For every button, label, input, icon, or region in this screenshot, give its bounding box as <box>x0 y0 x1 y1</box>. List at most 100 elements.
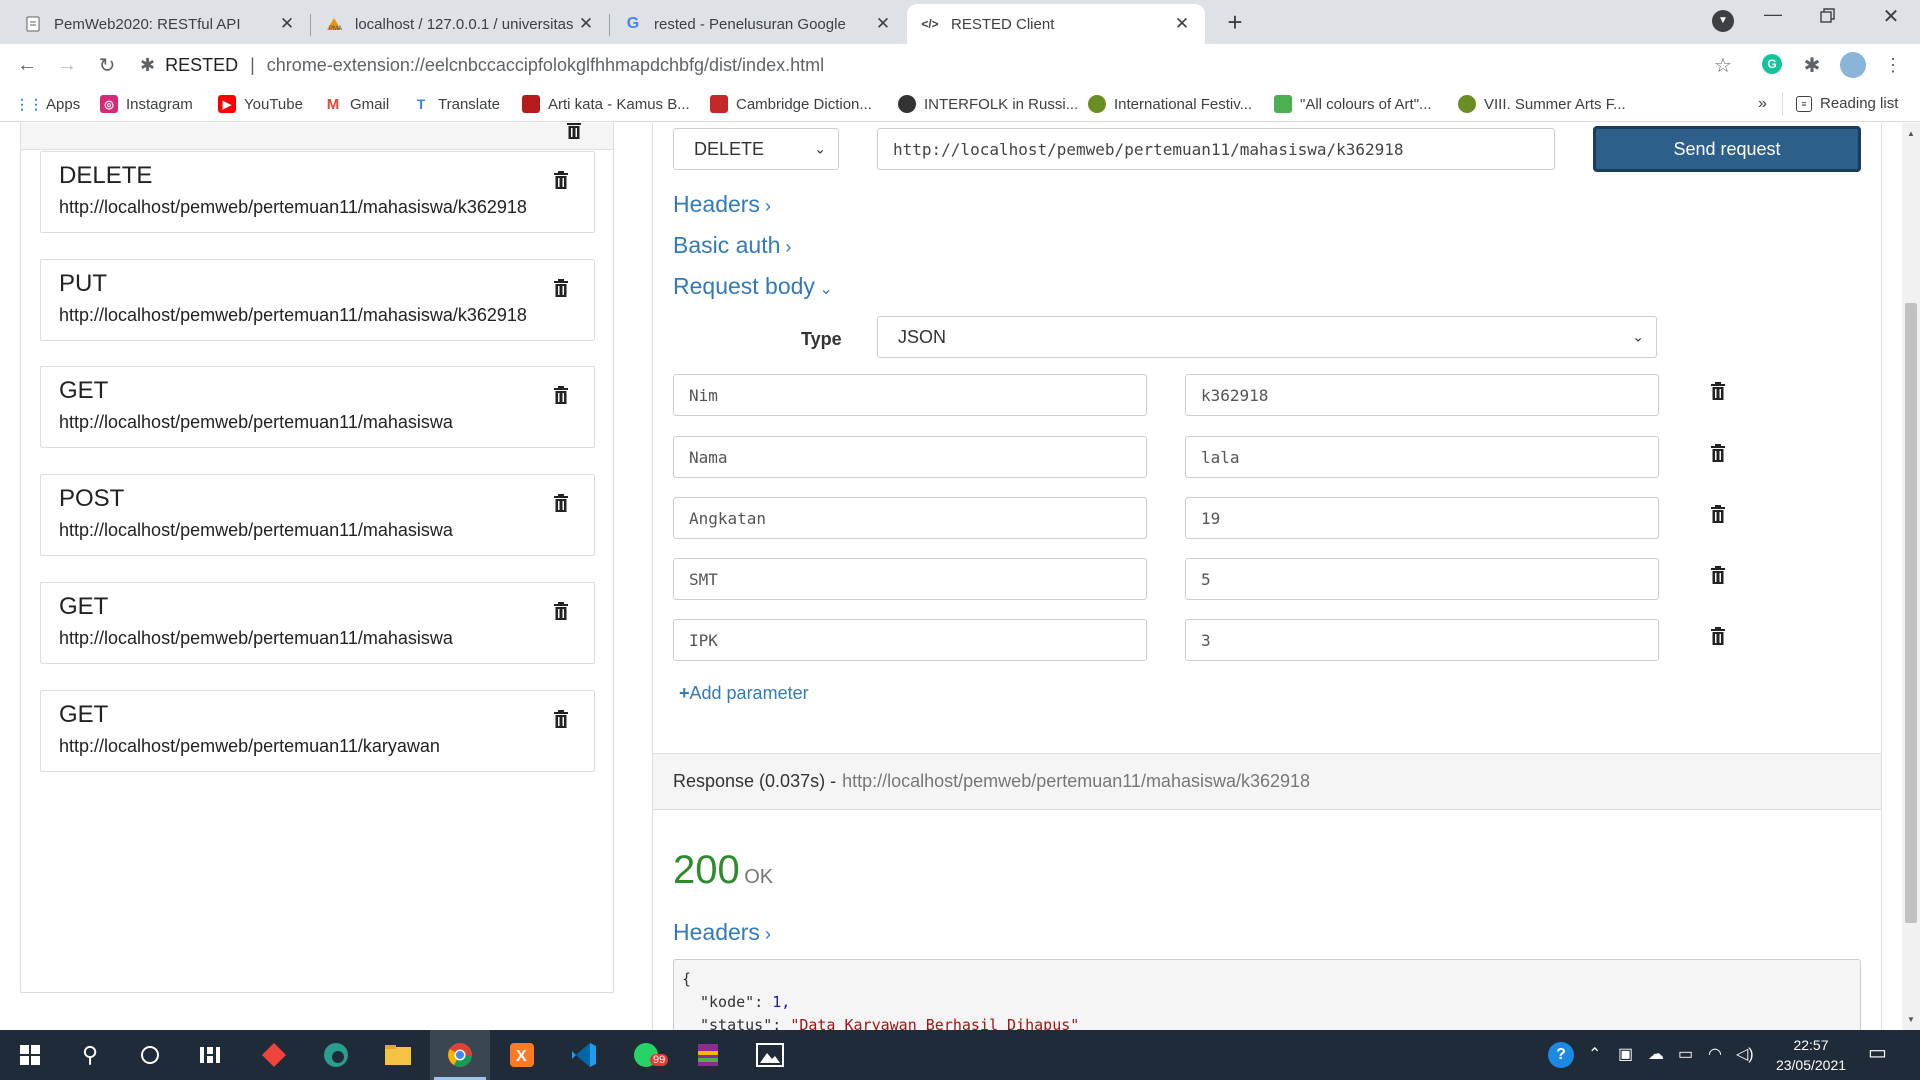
winrar-icon[interactable] <box>678 1030 738 1080</box>
volume-icon[interactable]: ◁) <box>1736 1044 1754 1064</box>
tab-pemweb[interactable]: PemWeb2020: RESTful API ✕ <box>10 4 310 44</box>
trash-icon[interactable] <box>553 170 571 192</box>
history-item[interactable]: GET http://localhost/pemweb/pertemuan11/… <box>40 690 595 772</box>
trash-icon[interactable] <box>1710 565 1726 585</box>
anydesk-icon[interactable] <box>244 1030 304 1080</box>
headers-toggle[interactable]: Headers › <box>673 191 771 218</box>
photos-icon[interactable] <box>740 1030 800 1080</box>
grammarly-icon[interactable]: G <box>1762 54 1782 74</box>
cloud-icon[interactable]: ☁ <box>1648 1044 1664 1064</box>
chevron-up-icon[interactable]: ⌃ <box>1588 1044 1601 1064</box>
avatar[interactable] <box>1840 52 1866 78</box>
help-icon[interactable]: ? <box>1548 1042 1574 1068</box>
extensions-icon[interactable]: ✱ <box>1797 50 1827 80</box>
chevron-right-icon: › <box>759 924 771 944</box>
more-bookmarks-button[interactable]: » <box>1758 95 1767 113</box>
search-icon[interactable]: ⚲ <box>60 1030 120 1080</box>
bookmark-kamus[interactable]: Arti kata - Kamus B... <box>522 95 690 113</box>
param-key-input[interactable]: SMT <box>673 558 1147 600</box>
param-value-input[interactable]: 19 <box>1185 497 1659 539</box>
back-icon[interactable]: ← <box>12 50 42 80</box>
close-icon[interactable]: ✕ <box>1171 14 1193 34</box>
response-headers-toggle[interactable]: Headers › <box>673 919 771 946</box>
param-value-input[interactable]: 3 <box>1185 619 1659 661</box>
device-icon[interactable]: ▣ <box>1618 1044 1633 1064</box>
minimize-icon[interactable]: — <box>1758 4 1788 34</box>
history-item[interactable]: DELETE http://localhost/pemweb/pertemuan… <box>40 151 595 233</box>
reading-list-button[interactable]: ≡ Reading list <box>1796 95 1898 112</box>
bookmark-cambridge[interactable]: Cambridge Diction... <box>710 95 872 113</box>
close-icon[interactable]: ✕ <box>872 14 894 34</box>
menu-icon[interactable]: ⋮ <box>1878 50 1908 80</box>
request-body-toggle[interactable]: Request body ⌄ <box>673 273 833 300</box>
send-request-button[interactable]: Send request <box>1593 126 1861 172</box>
param-key-input[interactable]: Nim <box>673 374 1147 416</box>
tab-google[interactable]: G rested - Penelusuran Google ✕ <box>610 4 906 44</box>
history-item[interactable]: PUT http://localhost/pemweb/pertemuan11/… <box>40 259 595 341</box>
reload-icon[interactable]: ↻ <box>92 50 122 80</box>
trash-icon[interactable] <box>1710 626 1726 646</box>
bookmark-instagram[interactable]: ◎ Instagram <box>100 95 193 113</box>
trash-icon[interactable] <box>553 278 571 300</box>
battery-icon[interactable]: ▭ <box>1678 1044 1693 1064</box>
param-key-input[interactable]: Angkatan <box>673 497 1147 539</box>
edge-icon[interactable] <box>306 1030 366 1080</box>
scroll-down-icon[interactable]: ▼ <box>1907 1015 1915 1024</box>
bookmark-colours[interactable]: "All colours of Art"... <box>1274 95 1432 113</box>
page-scrollbar[interactable]: ▲ ▼ <box>1902 123 1920 1030</box>
trash-icon[interactable] <box>553 493 571 515</box>
vscode-icon[interactable] <box>554 1030 614 1080</box>
trash-icon[interactable] <box>553 709 571 731</box>
bookmark-gmail[interactable]: M Gmail <box>324 95 389 113</box>
xampp-icon[interactable]: X <box>492 1030 552 1080</box>
add-parameter-button[interactable]: +Add parameter <box>679 683 809 704</box>
new-tab-button[interactable]: + <box>1220 8 1250 38</box>
wifi-icon[interactable]: ◠ <box>1708 1044 1722 1064</box>
param-value-input[interactable]: lala <box>1185 436 1659 478</box>
close-icon[interactable]: ✕ <box>276 14 298 34</box>
param-value-input[interactable]: k362918 <box>1185 374 1659 416</box>
bookmark-interfolk[interactable]: INTERFOLK in Russi... <box>898 95 1078 113</box>
shield-icon <box>710 95 728 113</box>
chrome-taskbar-icon[interactable] <box>430 1030 490 1080</box>
history-item[interactable]: GET http://localhost/pemweb/pertemuan11/… <box>40 366 595 448</box>
trash-icon[interactable] <box>1710 504 1726 524</box>
windows-start-icon[interactable] <box>0 1030 60 1080</box>
tab-phpmyadmin[interactable]: PMA localhost / 127.0.0.1 / universitas … <box>311 4 609 44</box>
param-key-input[interactable]: IPK <box>673 619 1147 661</box>
forward-icon[interactable]: → <box>52 50 82 80</box>
bookmark-international[interactable]: International Festiv... <box>1088 95 1252 113</box>
param-value-input[interactable]: 5 <box>1185 558 1659 600</box>
basic-auth-toggle[interactable]: Basic auth › <box>673 232 791 259</box>
bookmark-youtube[interactable]: ▶ YouTube <box>218 95 303 113</box>
trash-icon[interactable] <box>553 601 571 623</box>
address-bar[interactable]: ✱ RESTED | chrome-extension://eelcnbccac… <box>140 48 1730 82</box>
restore-icon[interactable] <box>1820 8 1850 38</box>
trash-icon[interactable] <box>1710 381 1726 401</box>
type-select[interactable]: JSON ⌄ <box>877 316 1657 358</box>
method-select[interactable]: DELETE ⌄ <box>673 128 839 170</box>
tab-rested[interactable]: </> RESTED Client ✕ <box>907 4 1205 44</box>
scroll-up-icon[interactable]: ▲ <box>1907 129 1915 138</box>
param-key-input[interactable]: Nama <box>673 436 1147 478</box>
bookmark-star-icon[interactable]: ☆ <box>1708 50 1738 80</box>
trash-icon[interactable] <box>553 385 571 407</box>
window-close-icon[interactable]: ✕ <box>1876 4 1906 34</box>
url-input[interactable]: http://localhost/pemweb/pertemuan11/maha… <box>877 128 1555 170</box>
task-view-icon[interactable] <box>180 1030 240 1080</box>
bookmark-apps[interactable]: ⋮⋮ Apps <box>15 95 80 113</box>
trash-icon[interactable] <box>1710 443 1726 463</box>
whatsapp-icon[interactable]: 99 <box>616 1030 676 1080</box>
tab-search-icon[interactable]: ▼ <box>1712 10 1734 32</box>
bookmark-translate[interactable]: T Translate <box>412 95 500 113</box>
scrollbar-thumb[interactable] <box>1905 303 1917 923</box>
clock[interactable]: 22:57 23/05/2021 <box>1768 1035 1854 1075</box>
history-item[interactable]: GET http://localhost/pemweb/pertemuan11/… <box>40 582 595 664</box>
close-icon[interactable]: ✕ <box>575 14 597 34</box>
notifications-icon[interactable]: ▭ <box>1868 1040 1887 1065</box>
cortana-icon[interactable] <box>120 1030 180 1080</box>
history-item[interactable]: POST http://localhost/pemweb/pertemuan11… <box>40 474 595 556</box>
bookmark-summer-arts[interactable]: VIII. Summer Arts F... <box>1458 95 1626 113</box>
clear-history-trash-icon[interactable] <box>566 123 582 140</box>
file-explorer-icon[interactable] <box>368 1030 428 1080</box>
